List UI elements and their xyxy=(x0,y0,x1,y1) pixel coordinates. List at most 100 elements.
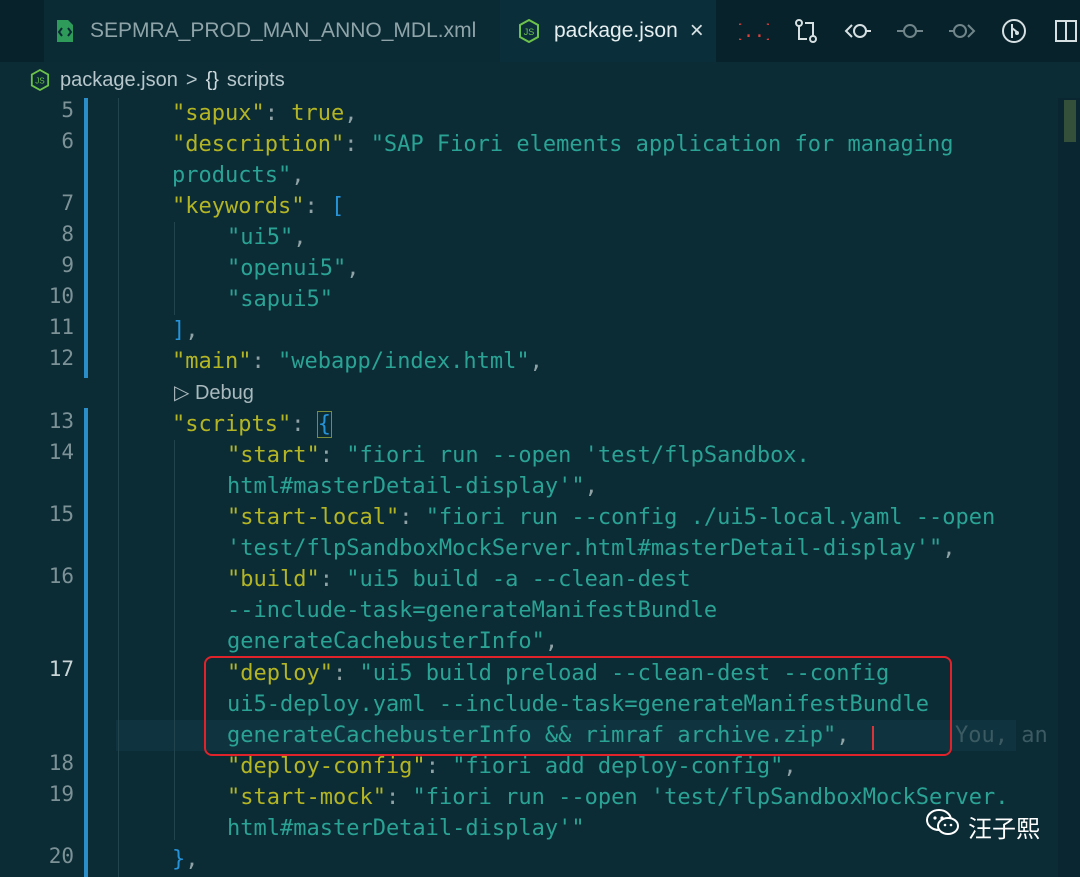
tab-bar: SEPMRA_PROD_MAN_ANNO_MDL.xml JS package.… xyxy=(0,0,1080,62)
punctuation: : xyxy=(251,349,278,374)
svg-text:JS: JS xyxy=(524,27,535,37)
line-number: 10 xyxy=(48,284,74,308)
json-value: "sapui5" xyxy=(227,287,333,312)
code-line-wrap: --include-task=generateManifestBundle xyxy=(227,595,717,626)
commit-dot-icon[interactable] xyxy=(884,11,936,51)
punctuation: : xyxy=(344,132,371,157)
punctuation: : xyxy=(304,194,331,219)
json-key: "scripts" xyxy=(172,412,292,437)
indent-guide xyxy=(174,440,175,840)
json-braces-icon[interactable]: {..} xyxy=(728,11,780,51)
line-number: 6 xyxy=(61,129,74,153)
punctuation: : xyxy=(399,505,426,530)
tab-label: SEPMRA_PROD_MAN_ANNO_MDL.xml xyxy=(90,19,477,42)
wechat-icon xyxy=(926,808,960,845)
json-key: "keywords" xyxy=(172,194,305,219)
tab-xml-file[interactable]: SEPMRA_PROD_MAN_ANNO_MDL.xml xyxy=(44,0,500,62)
breadcrumb: JS package.json > {} scripts xyxy=(0,62,1080,98)
json-value: html#masterDetail-display'" xyxy=(227,474,585,499)
code-line: "start-mock": "fiori run --open 'test/fl… xyxy=(227,782,1008,813)
svg-text:{..}: {..} xyxy=(739,21,769,42)
line-number: 7 xyxy=(61,191,74,215)
json-key: "description" xyxy=(172,132,345,157)
git-graph-icon[interactable] xyxy=(988,11,1040,51)
json-value: 'test/flpSandboxMockServer.html#masterDe… xyxy=(227,536,943,561)
code-line: "sapux": true, xyxy=(172,98,357,129)
editor-toolbar: {..} xyxy=(728,0,1080,62)
code-line: "scripts": { xyxy=(172,409,332,440)
bracket: { xyxy=(316,411,332,438)
line-number: 9 xyxy=(61,253,74,277)
json-value: generateCachebusterInfo" xyxy=(227,629,545,654)
json-key: "sapux" xyxy=(172,101,265,126)
indent-guide xyxy=(118,98,119,877)
tab-label: package.json xyxy=(554,19,678,42)
code-line: "sapui5" xyxy=(227,284,333,315)
json-value: "fiori add deploy-config" xyxy=(452,754,784,779)
json-value: "openui5" xyxy=(227,256,347,281)
code-line: "keywords": [ xyxy=(172,191,344,222)
code-editor[interactable]: 5 6 7 8 9 10 11 12 13 14 15 16 17 18 19 … xyxy=(0,98,1080,877)
json-value: "fiori run --config ./ui5-local.yaml --o… xyxy=(425,505,996,530)
punctuation: : xyxy=(425,754,453,779)
json-value: "ui5" xyxy=(227,225,294,250)
chevron-right-icon: > xyxy=(185,68,198,91)
json-key: "main" xyxy=(172,349,252,374)
code-line-wrap: html#masterDetail-display'", xyxy=(227,471,598,502)
gutter-change-bar xyxy=(84,408,88,877)
code-line: "start": "fiori run --open 'test/flpSand… xyxy=(227,440,810,471)
punctuation: , xyxy=(584,474,598,499)
punctuation: : xyxy=(291,412,318,437)
close-icon[interactable]: × xyxy=(690,19,704,43)
watermark: 汪子熙 xyxy=(926,808,1040,845)
go-back-icon[interactable] xyxy=(832,11,884,51)
json-value: --include-task=generateManifestBundle xyxy=(227,598,718,623)
line-number: 5 xyxy=(61,98,74,122)
compare-changes-icon[interactable] xyxy=(780,11,832,51)
nodejs-file-icon: JS xyxy=(30,69,50,91)
tab-package-json[interactable]: JS package.json × xyxy=(500,0,716,62)
line-number: 20 xyxy=(48,844,74,868)
punctuation: : xyxy=(319,567,347,592)
code-line-wrap: products", xyxy=(172,160,304,191)
json-key: "start" xyxy=(227,443,320,468)
punctuation: , xyxy=(544,629,559,654)
bracket: } xyxy=(172,847,186,872)
breadcrumb-file[interactable]: package.json xyxy=(60,69,178,92)
json-value: true xyxy=(291,101,345,126)
line-number: 17 xyxy=(48,657,74,681)
debug-label: Debug xyxy=(194,382,254,404)
line-number: 12 xyxy=(48,346,74,370)
punctuation: , xyxy=(783,754,797,779)
json-key: "start-local" xyxy=(227,505,400,530)
go-forward-icon[interactable] xyxy=(936,11,988,51)
json-value: "ui5 build -a --clean-dest xyxy=(346,567,691,592)
object-icon: {} xyxy=(205,68,219,91)
code-line: "start-local": "fiori run --config ./ui5… xyxy=(227,502,995,533)
code-line: "build": "ui5 build -a --clean-dest xyxy=(227,564,691,595)
line-number: 14 xyxy=(48,440,74,464)
highlight-annotation-box xyxy=(204,656,952,756)
line-number: 11 xyxy=(48,315,74,339)
punctuation: , xyxy=(942,536,956,561)
json-value: "SAP Fiori elements application for mana… xyxy=(370,132,954,157)
bracket: ] xyxy=(172,318,186,343)
line-number: 15 xyxy=(48,502,74,526)
code-line: "ui5", xyxy=(227,222,306,253)
punctuation: , xyxy=(291,163,305,188)
code-line-wrap: html#masterDetail-display'" xyxy=(227,813,585,844)
nodejs-file-icon: JS xyxy=(518,18,540,44)
json-value: "fiori run --open 'test/flpSandboxMockSe… xyxy=(412,785,1009,810)
punctuation: : xyxy=(319,443,347,468)
punctuation: , xyxy=(293,225,307,250)
svg-text:JS: JS xyxy=(35,77,45,86)
bracket: [ xyxy=(330,194,345,219)
code-line-wrap: 'test/flpSandboxMockServer.html#masterDe… xyxy=(227,533,956,564)
split-editor-icon[interactable] xyxy=(1040,11,1080,51)
minimap-viewport[interactable] xyxy=(1064,100,1076,142)
breadcrumb-symbol[interactable]: scripts xyxy=(227,69,285,92)
minimap[interactable] xyxy=(1058,98,1080,877)
json-key: "deploy-config" xyxy=(227,754,426,779)
debug-codelens[interactable]: ▷ Debug xyxy=(174,380,254,405)
code-line: "main": "webapp/index.html", xyxy=(172,346,543,377)
